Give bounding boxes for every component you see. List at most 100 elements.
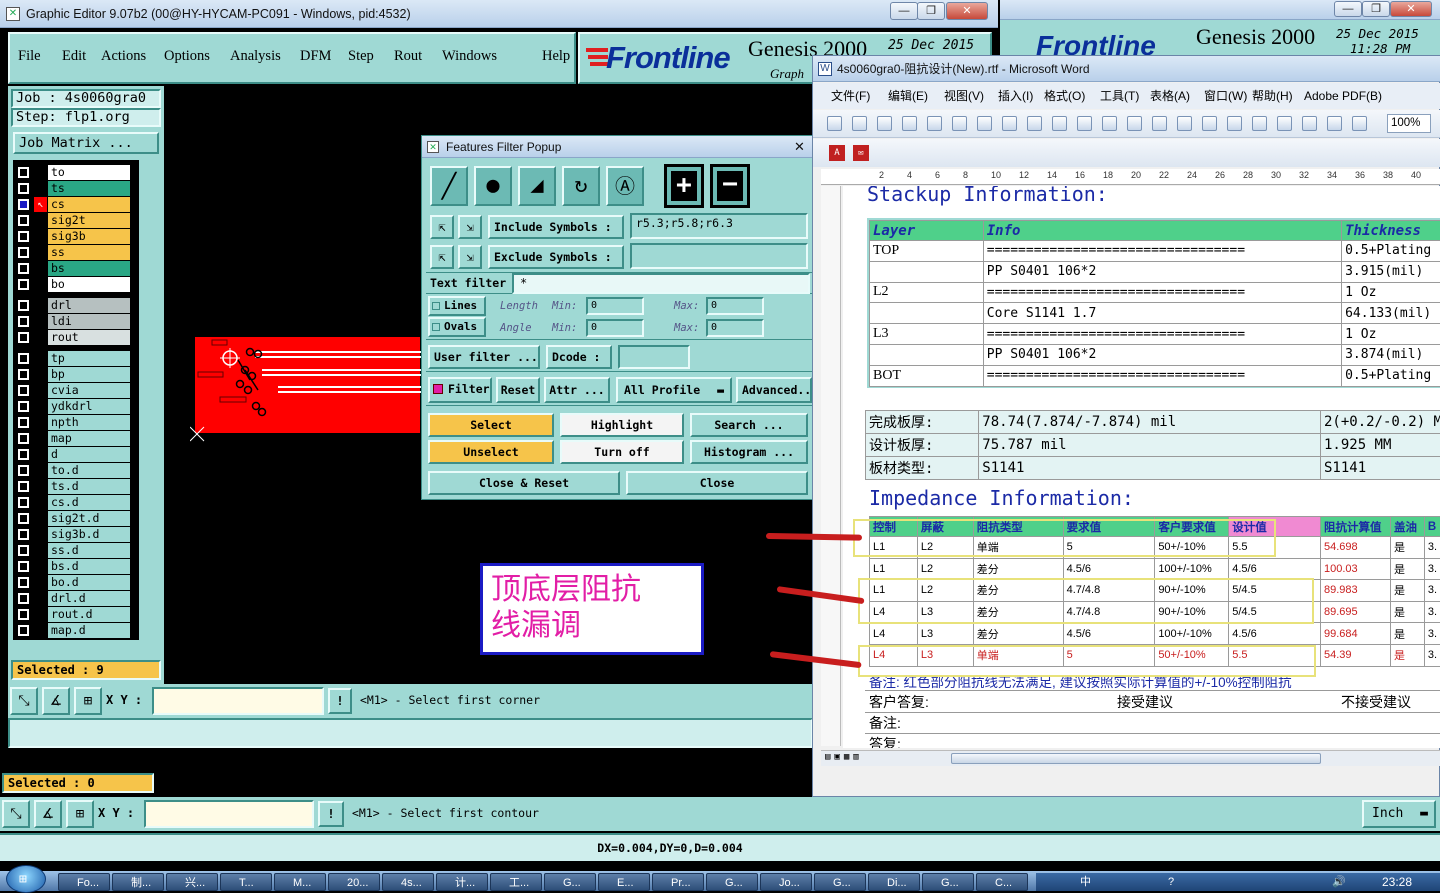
print-preview-icon[interactable] <box>952 116 967 131</box>
thickness-cell[interactable]: 78.74(7.874/-7.874) mil <box>979 411 1321 434</box>
bg-maximize-button[interactable]: ❐ <box>1362 1 1390 17</box>
zoom-icon[interactable]: ⤡ <box>10 687 38 715</box>
ffp-titlebar[interactable]: ✕ Features Filter Popup ✕ <box>422 136 814 158</box>
layer-row-drl.d[interactable]: drl.d <box>16 591 130 606</box>
layer-checkbox[interactable] <box>18 316 29 327</box>
layer-checkbox[interactable] <box>18 263 29 274</box>
layer-row-ldi[interactable]: ldi <box>16 314 130 329</box>
doc-map-icon[interactable] <box>1327 116 1342 131</box>
stack-cell[interactable]: 64.133(mil) <box>1342 303 1440 324</box>
taskbar-item[interactable]: C... <box>976 873 1028 891</box>
positive-polarity-icon[interactable]: + <box>664 164 704 208</box>
exclude-pick2-icon[interactable]: ⇲ <box>458 245 482 269</box>
impedance-cell[interactable]: L2 <box>917 558 973 580</box>
layer-checkbox[interactable] <box>18 215 29 226</box>
impedance-cell[interactable]: 54.39 <box>1320 644 1390 666</box>
taskbar-item[interactable]: 制... <box>112 873 164 891</box>
layer-checkbox[interactable] <box>18 369 29 380</box>
menu-step[interactable]: Step <box>348 48 394 65</box>
bg-close-button[interactable]: ✕ <box>1390 1 1432 17</box>
pdf-convert-icon[interactable]: A <box>829 145 845 161</box>
include-pick2-icon[interactable]: ⇲ <box>458 215 482 239</box>
stack-cell[interactable]: L2 <box>870 282 984 303</box>
layer-row-to[interactable]: to <box>16 165 130 180</box>
menu-file[interactable]: File <box>18 48 62 65</box>
stack-cell[interactable]: 0.5+Plating <box>1342 365 1440 386</box>
layer-checkbox[interactable] <box>18 401 29 412</box>
show-hide-icon[interactable] <box>1352 116 1367 131</box>
layer-checkbox[interactable] <box>18 353 29 364</box>
layer-checkbox[interactable] <box>18 231 29 242</box>
accept-option[interactable]: 接受建议 <box>1117 692 1173 712</box>
taskbar-item[interactable]: 4s... <box>382 873 434 891</box>
zoom-box[interactable]: 100% <box>1387 114 1431 133</box>
volume-icon[interactable]: 🔊 <box>1332 873 1346 891</box>
layer-row-bs[interactable]: bs <box>16 261 130 276</box>
layer-row-cs[interactable]: ↖cs <box>16 197 130 212</box>
scroll-thumb[interactable] <box>951 753 1321 764</box>
layer-checkbox[interactable] <box>18 449 29 460</box>
impedance-cell[interactable]: 差分 <box>973 623 1063 645</box>
taskbar-item[interactable]: G... <box>814 873 866 891</box>
text-type-icon[interactable]: Ⓐ <box>606 166 644 206</box>
layer-row-to.d[interactable]: to.d <box>16 463 130 478</box>
taskbar-item[interactable]: 工... <box>490 873 542 891</box>
job-matrix-button[interactable]: Job Matrix ... <box>13 132 159 154</box>
layer-row-d[interactable]: d <box>16 447 130 462</box>
columns-icon[interactable] <box>1277 116 1292 131</box>
menu-help[interactable]: Help <box>542 48 582 65</box>
drawing-icon[interactable] <box>1302 116 1317 131</box>
layer-checkbox[interactable] <box>18 497 29 508</box>
impedance-cell[interactable]: 3. <box>1424 623 1440 645</box>
word-menu-item[interactable]: 窗口(W) <box>1204 83 1252 109</box>
layer-row-bs.d[interactable]: bs.d <box>16 559 130 574</box>
alert-icon-2[interactable]: ! <box>318 801 344 827</box>
word-menu-item[interactable]: Adobe PDF(B) <box>1304 83 1394 109</box>
layer-checkbox[interactable] <box>18 609 29 620</box>
word-menu-item[interactable]: 帮助(H) <box>1252 83 1304 109</box>
impedance-cell[interactable]: 89.695 <box>1320 601 1390 623</box>
impedance-cell[interactable]: 是 <box>1390 644 1424 666</box>
impedance-cell[interactable]: 100+/-10% <box>1155 558 1229 580</box>
open-icon[interactable] <box>852 116 867 131</box>
all-profile-dropdown[interactable]: All Profile▬ <box>616 377 732 403</box>
format-painter-icon[interactable] <box>1102 116 1117 131</box>
taskbar-item[interactable]: G... <box>706 873 758 891</box>
word-menu-item[interactable]: 视图(V) <box>944 83 998 109</box>
stack-cell[interactable]: 3.874(mil) <box>1342 344 1440 365</box>
impedance-cell[interactable]: 99.684 <box>1320 623 1390 645</box>
impedance-cell[interactable]: 4.5/6 <box>1063 623 1155 645</box>
layer-checkbox[interactable] <box>18 199 29 210</box>
select-button[interactable]: Select <box>428 413 554 437</box>
exclude-symbols-label[interactable]: Exclude Symbols : <box>488 245 624 269</box>
dcode-label[interactable]: Dcode : <box>546 345 612 369</box>
taskbar-item[interactable]: Fo... <box>58 873 110 891</box>
layer-checkbox[interactable] <box>18 561 29 572</box>
stack-cell[interactable]: TOP <box>870 241 984 262</box>
alert-icon[interactable]: ! <box>328 688 352 714</box>
thickness-cell[interactable]: 板材类型: <box>866 457 979 480</box>
layer-checkbox[interactable] <box>18 625 29 636</box>
layer-row-rout[interactable]: rout <box>16 330 130 345</box>
stack-cell[interactable]: ================================= <box>983 324 1341 345</box>
arc-type-icon[interactable]: ↻ <box>562 166 600 206</box>
measure-icon[interactable]: ∡ <box>42 687 70 715</box>
stack-cell[interactable]: 3.915(mil) <box>1342 261 1440 282</box>
impedance-cell[interactable]: L4 <box>870 623 918 645</box>
stack-cell[interactable]: 1 Oz <box>1342 324 1440 345</box>
stack-cell[interactable]: BOT <box>870 365 984 386</box>
layer-checkbox[interactable] <box>18 279 29 290</box>
stack-cell[interactable]: ================================= <box>983 365 1341 386</box>
layer-checkbox[interactable] <box>18 385 29 396</box>
new-icon[interactable] <box>827 116 842 131</box>
cut-icon[interactable] <box>1027 116 1042 131</box>
pdf-email-icon[interactable]: ✉ <box>853 145 869 161</box>
layer-checkbox[interactable] <box>18 529 29 540</box>
close-button[interactable]: ✕ <box>946 2 988 20</box>
dcode-input[interactable] <box>618 345 690 369</box>
reject-option[interactable]: 不接受建议 <box>1341 692 1411 712</box>
stack-cell[interactable]: ================================= <box>983 241 1341 262</box>
taskbar-item[interactable]: 兴... <box>166 873 218 891</box>
length-max-input[interactable]: 0 <box>706 297 764 315</box>
thickness-cell[interactable]: 设计板厚: <box>866 434 979 457</box>
